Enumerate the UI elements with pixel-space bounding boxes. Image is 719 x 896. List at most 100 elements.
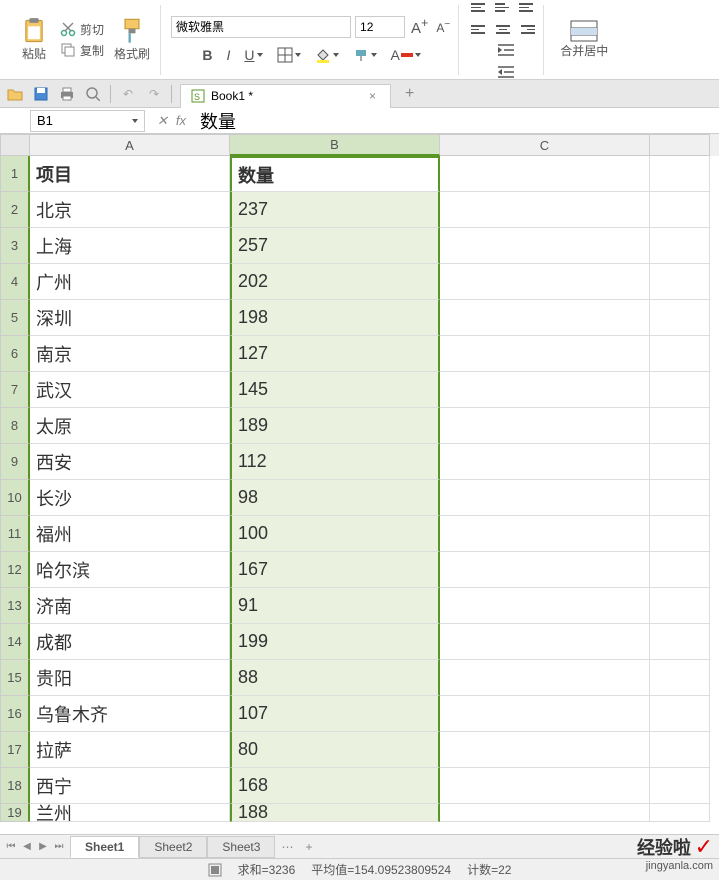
cell[interactable]: 145 <box>230 372 440 408</box>
cell[interactable] <box>440 732 650 768</box>
cell[interactable]: 100 <box>230 516 440 552</box>
cell[interactable] <box>440 300 650 336</box>
select-all-corner[interactable] <box>0 134 30 156</box>
cell[interactable] <box>650 768 710 804</box>
cell[interactable] <box>650 300 710 336</box>
cell-style-button[interactable] <box>349 45 381 65</box>
cell[interactable]: 成都 <box>30 624 230 660</box>
paste-button[interactable]: 粘贴 <box>14 15 54 64</box>
cell[interactable] <box>650 660 710 696</box>
cell[interactable] <box>440 336 650 372</box>
cell[interactable]: 98 <box>230 480 440 516</box>
cell[interactable]: 188 <box>230 804 440 822</box>
print-preview-button[interactable] <box>84 85 102 103</box>
cell[interactable]: 202 <box>230 264 440 300</box>
align-right-button[interactable] <box>517 21 537 39</box>
cell[interactable] <box>440 156 650 192</box>
bold-button[interactable]: B <box>198 45 216 65</box>
cell[interactable] <box>650 480 710 516</box>
row-header[interactable]: 18 <box>0 768 30 804</box>
sheet-nav-prev[interactable]: ◀ <box>20 839 34 855</box>
cell[interactable]: 哈尔滨 <box>30 552 230 588</box>
cell[interactable] <box>440 480 650 516</box>
cell[interactable]: 91 <box>230 588 440 624</box>
cell[interactable] <box>440 804 650 822</box>
font-size-select[interactable] <box>355 16 405 38</box>
cell[interactable]: 北京 <box>30 192 230 228</box>
cell[interactable] <box>650 336 710 372</box>
cell[interactable]: 88 <box>230 660 440 696</box>
italic-button[interactable]: I <box>223 45 235 65</box>
cell[interactable]: 112 <box>230 444 440 480</box>
cut-button[interactable]: 剪切 <box>56 20 108 39</box>
merge-center-button[interactable]: 合并居中 <box>554 18 614 61</box>
cell[interactable]: 237 <box>230 192 440 228</box>
cell[interactable] <box>440 372 650 408</box>
sheet-more-button[interactable]: ⋯ <box>275 840 299 854</box>
sheet-add-button[interactable]: + <box>299 840 318 854</box>
cell[interactable] <box>650 804 710 822</box>
cell[interactable]: 贵阳 <box>30 660 230 696</box>
border-button[interactable] <box>273 45 305 65</box>
row-header[interactable]: 15 <box>0 660 30 696</box>
cell[interactable] <box>440 516 650 552</box>
shrink-font-button[interactable]: A− <box>434 17 452 37</box>
cell[interactable]: 189 <box>230 408 440 444</box>
sheet-nav-first[interactable]: ⏮ <box>4 839 18 855</box>
font-color-button[interactable]: A <box>387 45 425 65</box>
row-header[interactable]: 4 <box>0 264 30 300</box>
cell[interactable] <box>440 660 650 696</box>
cell[interactable] <box>440 552 650 588</box>
cell[interactable] <box>650 192 710 228</box>
row-header[interactable]: 12 <box>0 552 30 588</box>
row-header[interactable]: 9 <box>0 444 30 480</box>
cell[interactable] <box>650 156 710 192</box>
close-tab-button[interactable]: × <box>365 89 380 103</box>
cell[interactable] <box>650 732 710 768</box>
copy-button[interactable]: 复制 <box>56 41 108 60</box>
new-tab-button[interactable]: + <box>399 85 420 103</box>
cell[interactable] <box>650 228 710 264</box>
cell[interactable] <box>440 192 650 228</box>
cell[interactable]: 长沙 <box>30 480 230 516</box>
grow-font-button[interactable]: A+ <box>409 14 430 39</box>
row-header[interactable]: 1 <box>0 156 30 192</box>
cell[interactable] <box>440 768 650 804</box>
col-header-c[interactable]: C <box>440 134 650 156</box>
cell[interactable] <box>650 624 710 660</box>
underline-button[interactable]: U <box>240 45 266 65</box>
row-header[interactable]: 10 <box>0 480 30 516</box>
row-header[interactable]: 16 <box>0 696 30 732</box>
cell[interactable]: 深圳 <box>30 300 230 336</box>
cell[interactable]: 80 <box>230 732 440 768</box>
redo-button[interactable]: ↷ <box>145 85 163 103</box>
cell[interactable] <box>440 588 650 624</box>
cell[interactable]: 乌鲁木齐 <box>30 696 230 732</box>
cell[interactable]: 济南 <box>30 588 230 624</box>
col-header-extra[interactable] <box>650 134 710 156</box>
cell[interactable] <box>440 228 650 264</box>
cell[interactable] <box>440 408 650 444</box>
open-folder-button[interactable] <box>6 85 24 103</box>
col-header-b[interactable]: B <box>230 134 440 156</box>
row-header[interactable]: 19 <box>0 804 30 822</box>
sheet-tab-3[interactable]: Sheet3 <box>207 836 275 858</box>
cell[interactable] <box>650 696 710 732</box>
align-left-button[interactable] <box>469 21 489 39</box>
cell[interactable]: 项目 <box>30 156 230 192</box>
formula-input[interactable] <box>194 110 719 132</box>
row-header[interactable]: 11 <box>0 516 30 552</box>
cell[interactable] <box>650 516 710 552</box>
row-header[interactable]: 17 <box>0 732 30 768</box>
row-header[interactable]: 14 <box>0 624 30 660</box>
row-header[interactable]: 8 <box>0 408 30 444</box>
document-tab[interactable]: S Book1 * × <box>180 84 391 108</box>
cell[interactable]: 198 <box>230 300 440 336</box>
cell[interactable]: 257 <box>230 228 440 264</box>
save-button[interactable] <box>32 85 50 103</box>
cell[interactable] <box>650 444 710 480</box>
cell[interactable]: 数量 <box>230 156 440 192</box>
decrease-indent-button[interactable] <box>496 41 516 59</box>
print-button[interactable] <box>58 85 76 103</box>
sheet-tab-2[interactable]: Sheet2 <box>139 836 207 858</box>
